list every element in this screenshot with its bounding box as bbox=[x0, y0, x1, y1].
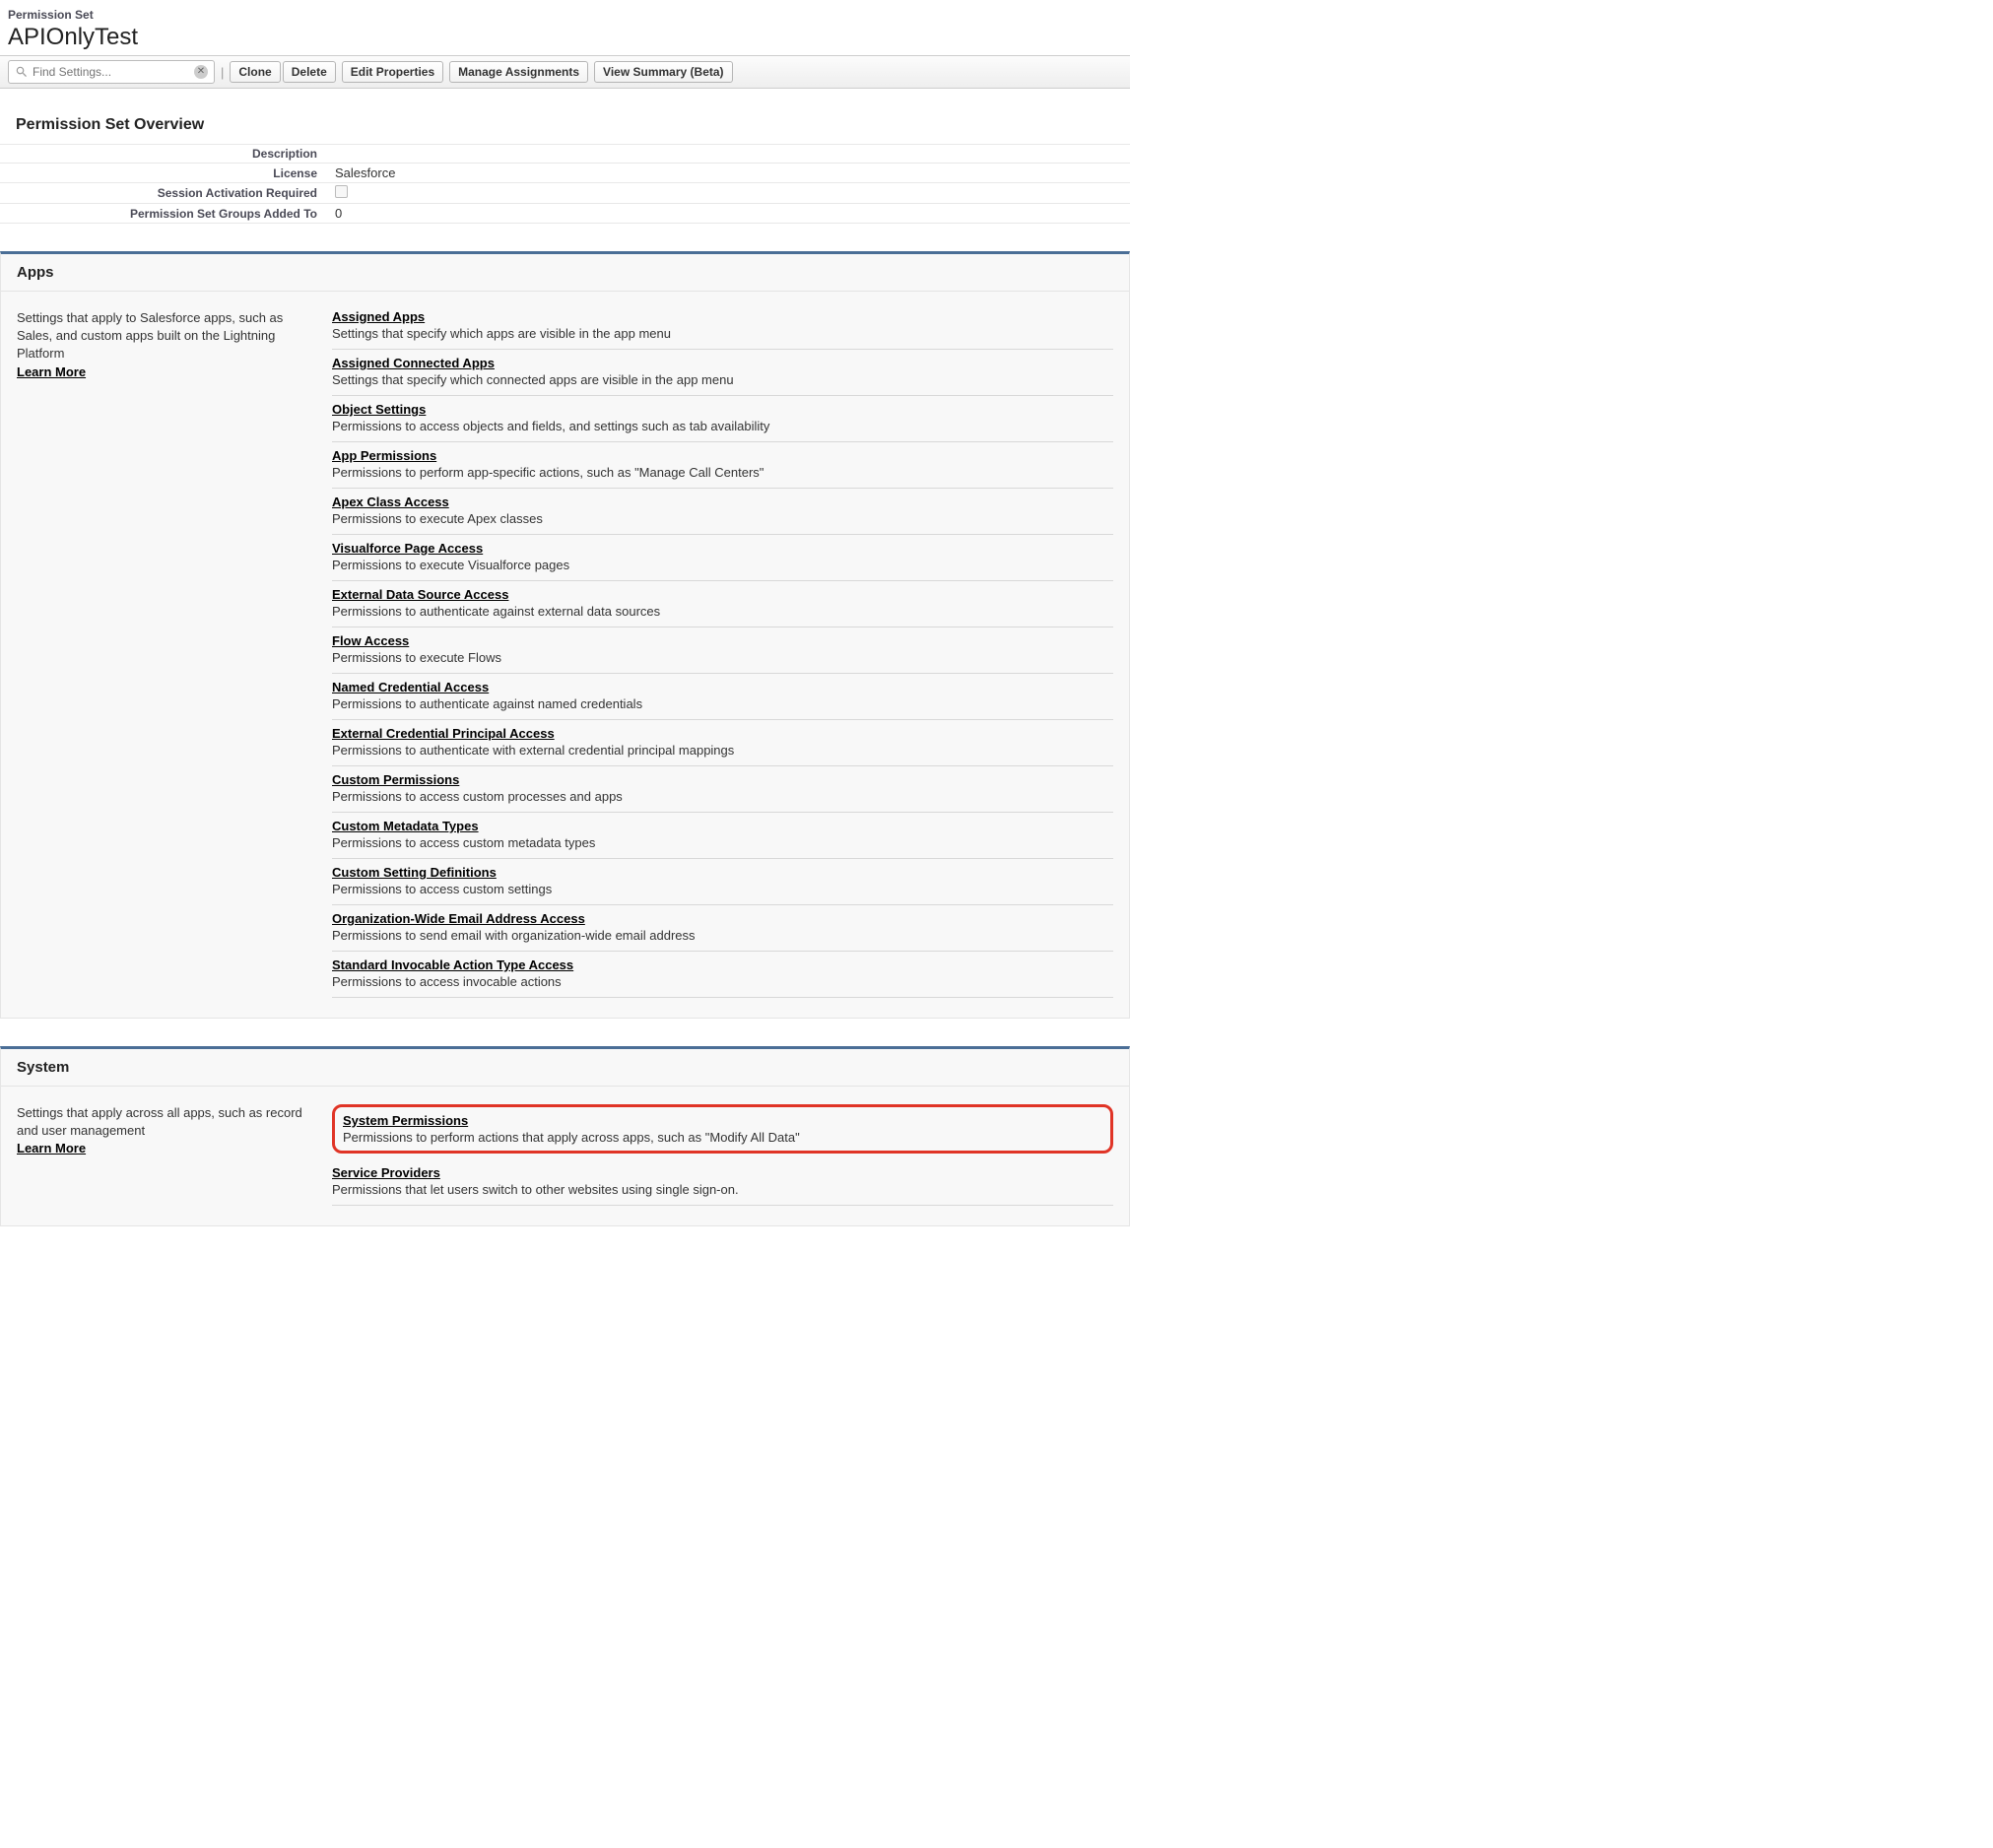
system-section-title: System bbox=[1, 1049, 1129, 1087]
system-section: System Settings that apply across all ap… bbox=[0, 1046, 1130, 1226]
overview-value-session bbox=[335, 185, 1130, 201]
apps-link[interactable]: App Permissions bbox=[332, 448, 436, 463]
overview-label-groups: Permission Set Groups Added To bbox=[0, 207, 335, 221]
apps-item: External Credential Principal Access Perm… bbox=[332, 720, 1113, 766]
system-item: System Permissions Permissions to perform… bbox=[343, 1113, 1102, 1145]
manage-assignments-button[interactable]: Manage Assignments bbox=[449, 61, 588, 83]
apps-item: Custom Metadata Types Permissions to acce… bbox=[332, 813, 1113, 859]
apps-desc: Permissions to access objects and fields… bbox=[332, 419, 1113, 433]
system-link[interactable]: System Permissions bbox=[343, 1113, 468, 1128]
apps-link[interactable]: Custom Metadata Types bbox=[332, 819, 479, 833]
apps-desc: Permissions to authenticate with externa… bbox=[332, 743, 1113, 758]
apps-link[interactable]: Object Settings bbox=[332, 402, 426, 417]
session-checkbox bbox=[335, 185, 348, 198]
apps-desc: Permissions to send email with organizat… bbox=[332, 928, 1113, 943]
clear-search-icon[interactable]: ✕ bbox=[194, 65, 208, 79]
overview-label-license: License bbox=[0, 166, 335, 180]
toolbar: ✕ | Clone Delete Edit Properties Manage … bbox=[0, 55, 1130, 89]
apps-link[interactable]: Visualforce Page Access bbox=[332, 541, 483, 556]
apps-link[interactable]: External Data Source Access bbox=[332, 587, 508, 602]
apps-item: App Permissions Permissions to perform ap… bbox=[332, 442, 1113, 489]
search-input[interactable] bbox=[29, 65, 194, 79]
toolbar-separator: | bbox=[221, 65, 224, 80]
apps-desc: Permissions to perform app-specific acti… bbox=[332, 465, 1113, 480]
overview-value-groups: 0 bbox=[335, 206, 1130, 221]
apps-link[interactable]: Assigned Connected Apps bbox=[332, 356, 495, 370]
apps-desc: Permissions to access custom processes a… bbox=[332, 789, 1113, 804]
apps-item: Standard Invocable Action Type Access Per… bbox=[332, 952, 1113, 998]
search-icon bbox=[15, 65, 29, 79]
apps-desc: Settings that specify which connected ap… bbox=[332, 372, 1113, 387]
apps-desc: Permissions to execute Visualforce pages bbox=[332, 558, 1113, 572]
apps-link[interactable]: Custom Permissions bbox=[332, 772, 459, 787]
view-summary-button[interactable]: View Summary (Beta) bbox=[594, 61, 733, 83]
apps-item: Visualforce Page Access Permissions to ex… bbox=[332, 535, 1113, 581]
apps-item: Assigned Apps Settings that specify which… bbox=[332, 309, 1113, 350]
overview-table: Description License Salesforce Session A… bbox=[0, 144, 1130, 224]
apps-desc: Permissions to authenticate against exte… bbox=[332, 604, 1113, 619]
overview-value-license: Salesforce bbox=[335, 165, 1130, 180]
page-title: APIOnlyTest bbox=[8, 24, 1122, 51]
apps-item: Flow Access Permissions to execute Flows bbox=[332, 627, 1113, 674]
edit-properties-button[interactable]: Edit Properties bbox=[342, 61, 443, 83]
page-type-label: Permission Set bbox=[8, 8, 1122, 22]
apps-item: Object Settings Permissions to access obj… bbox=[332, 396, 1113, 442]
apps-item: Named Credential Access Permissions to au… bbox=[332, 674, 1113, 720]
overview-label-description: Description bbox=[0, 147, 335, 161]
apps-link[interactable]: External Credential Principal Access bbox=[332, 726, 555, 741]
system-desc: Permissions to perform actions that appl… bbox=[343, 1130, 1102, 1145]
apps-learn-more-link[interactable]: Learn More bbox=[17, 364, 86, 379]
apps-desc: Permissions to execute Apex classes bbox=[332, 511, 1113, 526]
system-desc: Permissions that let users switch to oth… bbox=[332, 1182, 1113, 1197]
clone-button[interactable]: Clone bbox=[230, 61, 280, 83]
apps-link[interactable]: Apex Class Access bbox=[332, 495, 449, 509]
apps-link-list: Assigned Apps Settings that specify which… bbox=[332, 309, 1113, 998]
apps-item: Custom Setting Definitions Permissions to… bbox=[332, 859, 1113, 905]
apps-link[interactable]: Organization-Wide Email Address Access bbox=[332, 911, 585, 926]
apps-desc: Permissions to access custom metadata ty… bbox=[332, 835, 1113, 850]
apps-desc: Permissions to access custom settings bbox=[332, 882, 1113, 896]
search-input-wrap[interactable]: ✕ bbox=[8, 60, 215, 84]
apps-link[interactable]: Custom Setting Definitions bbox=[332, 865, 497, 880]
apps-item: Organization-Wide Email Address Access Pe… bbox=[332, 905, 1113, 952]
system-learn-more-link[interactable]: Learn More bbox=[17, 1141, 86, 1155]
apps-item: External Data Source Access Permissions t… bbox=[332, 581, 1113, 627]
apps-link[interactable]: Flow Access bbox=[332, 633, 409, 648]
delete-button[interactable]: Delete bbox=[283, 61, 336, 83]
apps-link[interactable]: Assigned Apps bbox=[332, 309, 425, 324]
apps-section: Apps Settings that apply to Salesforce a… bbox=[0, 251, 1130, 1019]
system-section-blurb: Settings that apply across all apps, suc… bbox=[17, 1105, 302, 1138]
apps-link[interactable]: Standard Invocable Action Type Access bbox=[332, 957, 573, 972]
apps-desc: Permissions to authenticate against name… bbox=[332, 696, 1113, 711]
apps-section-title: Apps bbox=[1, 254, 1129, 292]
apps-item: Assigned Connected Apps Settings that spe… bbox=[332, 350, 1113, 396]
apps-link[interactable]: Named Credential Access bbox=[332, 680, 489, 694]
system-link[interactable]: Service Providers bbox=[332, 1165, 440, 1180]
apps-item: Apex Class Access Permissions to execute … bbox=[332, 489, 1113, 535]
apps-desc: Permissions to execute Flows bbox=[332, 650, 1113, 665]
highlighted-link-box: System Permissions Permissions to perform… bbox=[332, 1104, 1113, 1154]
overview-title: Permission Set Overview bbox=[0, 108, 1130, 144]
overview-label-session: Session Activation Required bbox=[0, 186, 335, 200]
system-link-list: System Permissions Permissions to perform… bbox=[332, 1104, 1113, 1206]
apps-section-blurb: Settings that apply to Salesforce apps, … bbox=[17, 310, 283, 361]
apps-item: Custom Permissions Permissions to access … bbox=[332, 766, 1113, 813]
apps-desc: Permissions to access invocable actions bbox=[332, 974, 1113, 989]
apps-desc: Settings that specify which apps are vis… bbox=[332, 326, 1113, 341]
system-item: Service Providers Permissions that let us… bbox=[332, 1159, 1113, 1206]
